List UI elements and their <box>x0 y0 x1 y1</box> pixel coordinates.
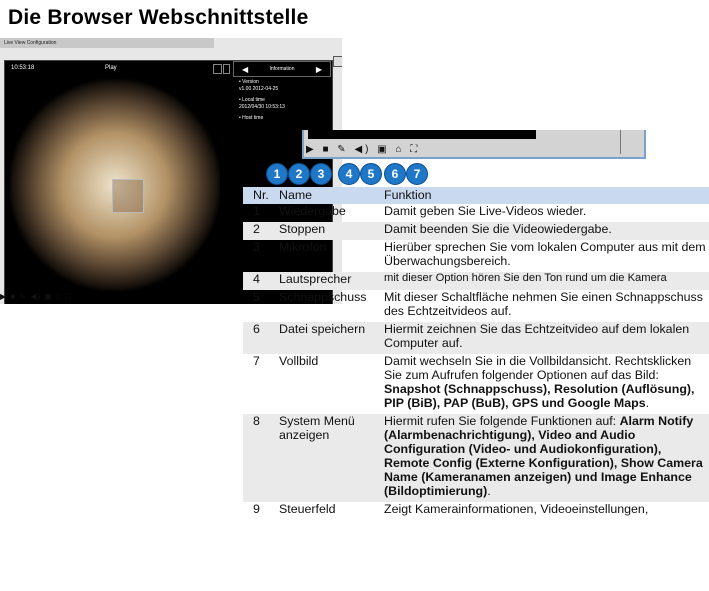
play-state: Play <box>105 65 117 71</box>
table-row: 6 Datei speichern Hiermit zeichnen Sie d… <box>243 322 709 354</box>
row-nr: 1 <box>253 204 260 218</box>
row-nr: 7 <box>253 354 260 368</box>
row-name: Vollbild <box>279 354 319 368</box>
row-nr: 3 <box>253 240 260 254</box>
fisheye-video[interactable] <box>10 79 220 291</box>
toolbar-zoom: ▶ ■ ✎ ◀) ▣ ⌂ ⛶ <box>302 130 646 159</box>
config-icon[interactable] <box>333 56 342 67</box>
table-row: 8 System Menü anzeigen Hiermit rufen Sie… <box>243 414 709 502</box>
video-edge <box>308 130 536 139</box>
table-row: 1 Wiedergabe Damit geben Sie Live-Videos… <box>243 204 709 222</box>
row-func: Hiermit rufen Sie folgende Funktionen au… <box>384 414 709 502</box>
prev-arrow-icon[interactable]: ◀ <box>242 63 248 77</box>
header-nr: Nr. <box>243 187 279 204</box>
toolbar-edge <box>620 130 627 154</box>
face-detection-box <box>112 179 144 213</box>
row-name: Lautsprecher <box>279 272 384 290</box>
row-name: Steuerfeld <box>279 502 336 516</box>
info-value: 2012/04/30 10:53:13 <box>239 104 285 110</box>
row-func: mit dieser Option hören Sie den Ton rund… <box>384 272 709 290</box>
callout-6: 6 <box>384 163 406 185</box>
row-name: System Menü anzeigen <box>279 414 384 502</box>
header-funktion: Funktion <box>384 187 709 204</box>
function-table: Nr. Name Funktion 1 Wiedergabe Damit geb… <box>243 187 709 520</box>
header-name: Name <box>279 187 384 204</box>
window-title: Live View Configuration <box>0 38 214 48</box>
layout-toggle-icon[interactable] <box>213 64 222 74</box>
row-func: Mit dieser Schaltfläche nehmen Sie einen… <box>384 290 703 318</box>
row-nr: 5 <box>253 290 260 304</box>
row-func: Damit wechseln Sie in die Vollbildansich… <box>384 354 709 414</box>
row-nr: 4 <box>243 272 279 290</box>
page-cutoff <box>240 543 709 591</box>
row-func: Damit geben Sie Live-Videos wieder. <box>384 204 587 218</box>
callout-4: 4 <box>338 163 360 185</box>
row-nr: 2 <box>243 222 279 240</box>
table-header: Nr. Name Funktion <box>243 187 709 204</box>
func-text: Damit wechseln Sie in die Vollbildansich… <box>384 354 692 382</box>
func-end: . <box>645 396 650 410</box>
info-label: Local time <box>242 97 265 103</box>
player-status-bar: 10:53:18 Play <box>5 61 231 75</box>
info-label: Version <box>242 79 259 85</box>
row-nr: 9 <box>253 502 260 516</box>
row-name: Schnappschuss <box>279 290 367 304</box>
callout-2: 2 <box>288 163 310 185</box>
info-label: Host time <box>242 115 264 121</box>
row-func: Damit beenden Sie die Videowiedergabe. <box>384 222 709 240</box>
row-func: Hiermit zeichnen Sie das Echtzeitvideo a… <box>384 322 709 354</box>
func-end: . <box>487 484 491 498</box>
info-row-host-time: • Host time <box>239 115 264 121</box>
callout-1: 1 <box>266 163 288 185</box>
table-row: 7 Vollbild Damit wechseln Sie in die Vol… <box>243 354 709 414</box>
info-row-local-time: • Local time 2012/04/30 10:53:13 <box>239 97 285 110</box>
info-header: ◀ Information ▶ <box>233 61 331 77</box>
toolbar-buttons[interactable]: ▶ ■ ✎ ◀) ▣ ⌂ ⛶ <box>306 144 420 155</box>
row-name: Stoppen <box>279 222 384 240</box>
time-display: 10:53:18 <box>11 65 35 71</box>
row-name: Datei speichern <box>279 322 384 354</box>
table-row: 9 Steuerfeld Zeigt Kamerainformationen, … <box>243 502 709 520</box>
table-row: 4 Lautsprecher mit dieser Option hören S… <box>243 272 709 290</box>
callout-3: 3 <box>310 163 332 185</box>
table-row: 3 Mikrofon Hierüber sprechen Sie vom lok… <box>243 240 709 272</box>
callout-5: 5 <box>360 163 382 185</box>
info-header-label: Information <box>269 66 295 72</box>
next-arrow-icon[interactable]: ▶ <box>316 63 322 77</box>
info-value: v1.00 2012-04-25 <box>239 86 279 92</box>
table-row: 5 Schnappschuss Mit dieser Schaltfläche … <box>243 290 709 322</box>
callout-7: 7 <box>406 163 428 185</box>
row-func: Hierüber sprechen Sie vom lokalen Comput… <box>384 240 706 268</box>
table-row: 2 Stoppen Damit beenden Sie die Videowie… <box>243 222 709 240</box>
row-name: Mikrofon <box>279 240 327 254</box>
func-text: Hiermit rufen Sie folgende Funktionen au… <box>384 414 620 428</box>
info-row-version: • Version v1.00 2012-04-25 <box>239 79 279 92</box>
row-nr: 8 <box>243 414 279 502</box>
panel-toggle-icon[interactable] <box>223 64 230 74</box>
page-title: Die Browser Webschnittstelle <box>8 6 309 29</box>
row-nr: 6 <box>243 322 279 354</box>
row-func: Zeigt Kamerainformationen, Videoeinstell… <box>384 502 649 516</box>
row-name: Wiedergabe <box>279 204 346 218</box>
player-controls[interactable]: ▶ ■ ✎ ◀) ▣ ⌂ ⛶ <box>0 292 72 302</box>
